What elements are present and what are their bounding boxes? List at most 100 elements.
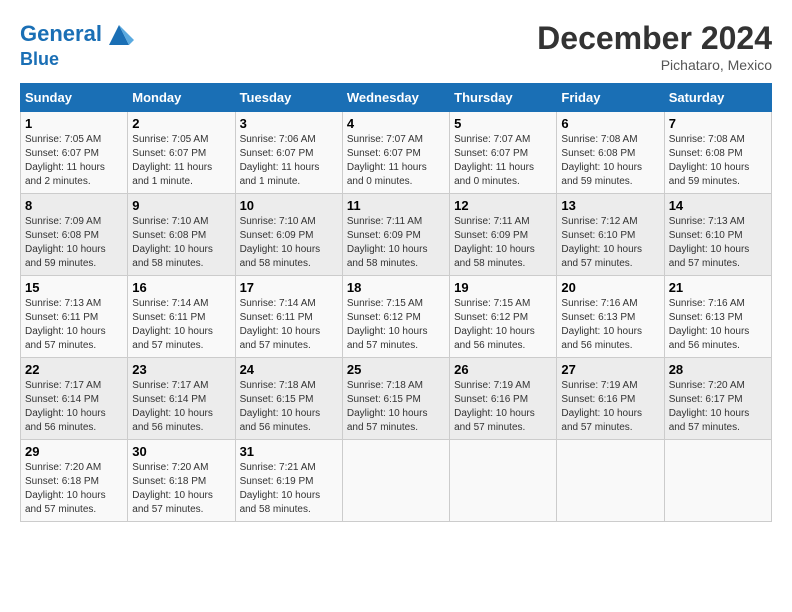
day-number: 8: [25, 198, 123, 213]
calendar-cell: 28 Sunrise: 7:20 AM Sunset: 6:17 PM Dayl…: [664, 358, 771, 440]
calendar-cell: 12 Sunrise: 7:11 AM Sunset: 6:09 PM Dayl…: [450, 194, 557, 276]
day-number: 17: [240, 280, 338, 295]
day-number: 20: [561, 280, 659, 295]
day-number: 16: [132, 280, 230, 295]
calendar-cell: 15 Sunrise: 7:13 AM Sunset: 6:11 PM Dayl…: [21, 276, 128, 358]
day-info: Sunrise: 7:17 AM Sunset: 6:14 PM Dayligh…: [132, 379, 230, 435]
day-number: 3: [240, 116, 338, 131]
weekday-saturday: Saturday: [664, 84, 771, 112]
day-number: 6: [561, 116, 659, 131]
day-info: Sunrise: 7:20 AM Sunset: 6:18 PM Dayligh…: [25, 461, 123, 517]
day-info: Sunrise: 7:07 AM Sunset: 6:07 PM Dayligh…: [454, 133, 552, 189]
day-number: 30: [132, 444, 230, 459]
day-number: 11: [347, 198, 445, 213]
weekday-monday: Monday: [128, 84, 235, 112]
calendar-cell: 2 Sunrise: 7:05 AM Sunset: 6:07 PM Dayli…: [128, 112, 235, 194]
day-info: Sunrise: 7:21 AM Sunset: 6:19 PM Dayligh…: [240, 461, 338, 517]
day-info: Sunrise: 7:14 AM Sunset: 6:11 PM Dayligh…: [240, 297, 338, 353]
day-number: 18: [347, 280, 445, 295]
page-header: General Blue December 2024 Pichataro, Me…: [20, 20, 772, 73]
day-info: Sunrise: 7:11 AM Sunset: 6:09 PM Dayligh…: [347, 215, 445, 271]
day-info: Sunrise: 7:06 AM Sunset: 6:07 PM Dayligh…: [240, 133, 338, 189]
day-info: Sunrise: 7:07 AM Sunset: 6:07 PM Dayligh…: [347, 133, 445, 189]
calendar-cell: 26 Sunrise: 7:19 AM Sunset: 6:16 PM Dayl…: [450, 358, 557, 440]
logo-text-blue: Blue: [20, 50, 134, 70]
day-info: Sunrise: 7:14 AM Sunset: 6:11 PM Dayligh…: [132, 297, 230, 353]
calendar-cell: 14 Sunrise: 7:13 AM Sunset: 6:10 PM Dayl…: [664, 194, 771, 276]
calendar-cell: 16 Sunrise: 7:14 AM Sunset: 6:11 PM Dayl…: [128, 276, 235, 358]
day-info: Sunrise: 7:19 AM Sunset: 6:16 PM Dayligh…: [561, 379, 659, 435]
day-info: Sunrise: 7:10 AM Sunset: 6:08 PM Dayligh…: [132, 215, 230, 271]
calendar-cell: 24 Sunrise: 7:18 AM Sunset: 6:15 PM Dayl…: [235, 358, 342, 440]
day-number: 27: [561, 362, 659, 377]
day-info: Sunrise: 7:05 AM Sunset: 6:07 PM Dayligh…: [132, 133, 230, 189]
day-info: Sunrise: 7:19 AM Sunset: 6:16 PM Dayligh…: [454, 379, 552, 435]
day-number: 13: [561, 198, 659, 213]
calendar-cell: 31 Sunrise: 7:21 AM Sunset: 6:19 PM Dayl…: [235, 440, 342, 522]
calendar-cell: 29 Sunrise: 7:20 AM Sunset: 6:18 PM Dayl…: [21, 440, 128, 522]
logo: General Blue: [20, 20, 134, 70]
day-info: Sunrise: 7:15 AM Sunset: 6:12 PM Dayligh…: [347, 297, 445, 353]
day-info: Sunrise: 7:13 AM Sunset: 6:10 PM Dayligh…: [669, 215, 767, 271]
calendar-cell: 19 Sunrise: 7:15 AM Sunset: 6:12 PM Dayl…: [450, 276, 557, 358]
day-info: Sunrise: 7:18 AM Sunset: 6:15 PM Dayligh…: [240, 379, 338, 435]
title-block: December 2024 Pichataro, Mexico: [537, 20, 772, 73]
day-info: Sunrise: 7:11 AM Sunset: 6:09 PM Dayligh…: [454, 215, 552, 271]
weekday-tuesday: Tuesday: [235, 84, 342, 112]
calendar-week-3: 15 Sunrise: 7:13 AM Sunset: 6:11 PM Dayl…: [21, 276, 772, 358]
day-info: Sunrise: 7:13 AM Sunset: 6:11 PM Dayligh…: [25, 297, 123, 353]
calendar-cell: 27 Sunrise: 7:19 AM Sunset: 6:16 PM Dayl…: [557, 358, 664, 440]
day-number: 23: [132, 362, 230, 377]
calendar-cell: 23 Sunrise: 7:17 AM Sunset: 6:14 PM Dayl…: [128, 358, 235, 440]
day-number: 14: [669, 198, 767, 213]
calendar-cell: 3 Sunrise: 7:06 AM Sunset: 6:07 PM Dayli…: [235, 112, 342, 194]
day-info: Sunrise: 7:16 AM Sunset: 6:13 PM Dayligh…: [669, 297, 767, 353]
day-info: Sunrise: 7:10 AM Sunset: 6:09 PM Dayligh…: [240, 215, 338, 271]
calendar-cell: 13 Sunrise: 7:12 AM Sunset: 6:10 PM Dayl…: [557, 194, 664, 276]
calendar-cell: 11 Sunrise: 7:11 AM Sunset: 6:09 PM Dayl…: [342, 194, 449, 276]
day-number: 26: [454, 362, 552, 377]
calendar-week-2: 8 Sunrise: 7:09 AM Sunset: 6:08 PM Dayli…: [21, 194, 772, 276]
month-title: December 2024: [537, 20, 772, 57]
calendar-cell: 21 Sunrise: 7:16 AM Sunset: 6:13 PM Dayl…: [664, 276, 771, 358]
calendar-cell: 22 Sunrise: 7:17 AM Sunset: 6:14 PM Dayl…: [21, 358, 128, 440]
logo-text: General: [20, 20, 134, 50]
weekday-friday: Friday: [557, 84, 664, 112]
day-number: 7: [669, 116, 767, 131]
calendar-cell: 4 Sunrise: 7:07 AM Sunset: 6:07 PM Dayli…: [342, 112, 449, 194]
day-number: 28: [669, 362, 767, 377]
weekday-thursday: Thursday: [450, 84, 557, 112]
calendar-cell: 6 Sunrise: 7:08 AM Sunset: 6:08 PM Dayli…: [557, 112, 664, 194]
calendar-cell: 7 Sunrise: 7:08 AM Sunset: 6:08 PM Dayli…: [664, 112, 771, 194]
calendar-cell: 9 Sunrise: 7:10 AM Sunset: 6:08 PM Dayli…: [128, 194, 235, 276]
day-number: 31: [240, 444, 338, 459]
day-info: Sunrise: 7:20 AM Sunset: 6:17 PM Dayligh…: [669, 379, 767, 435]
day-info: Sunrise: 7:16 AM Sunset: 6:13 PM Dayligh…: [561, 297, 659, 353]
day-info: Sunrise: 7:15 AM Sunset: 6:12 PM Dayligh…: [454, 297, 552, 353]
day-number: 19: [454, 280, 552, 295]
calendar-cell: [557, 440, 664, 522]
day-number: 1: [25, 116, 123, 131]
day-number: 12: [454, 198, 552, 213]
day-info: Sunrise: 7:20 AM Sunset: 6:18 PM Dayligh…: [132, 461, 230, 517]
day-info: Sunrise: 7:18 AM Sunset: 6:15 PM Dayligh…: [347, 379, 445, 435]
calendar-cell: 10 Sunrise: 7:10 AM Sunset: 6:09 PM Dayl…: [235, 194, 342, 276]
calendar-table: SundayMondayTuesdayWednesdayThursdayFrid…: [20, 83, 772, 522]
day-number: 5: [454, 116, 552, 131]
calendar-cell: 1 Sunrise: 7:05 AM Sunset: 6:07 PM Dayli…: [21, 112, 128, 194]
day-number: 21: [669, 280, 767, 295]
calendar-cell: [342, 440, 449, 522]
calendar-cell: 25 Sunrise: 7:18 AM Sunset: 6:15 PM Dayl…: [342, 358, 449, 440]
day-number: 10: [240, 198, 338, 213]
calendar-cell: [450, 440, 557, 522]
calendar-cell: 8 Sunrise: 7:09 AM Sunset: 6:08 PM Dayli…: [21, 194, 128, 276]
day-info: Sunrise: 7:05 AM Sunset: 6:07 PM Dayligh…: [25, 133, 123, 189]
day-number: 2: [132, 116, 230, 131]
location: Pichataro, Mexico: [537, 57, 772, 73]
day-info: Sunrise: 7:12 AM Sunset: 6:10 PM Dayligh…: [561, 215, 659, 271]
calendar-cell: 17 Sunrise: 7:14 AM Sunset: 6:11 PM Dayl…: [235, 276, 342, 358]
weekday-header-row: SundayMondayTuesdayWednesdayThursdayFrid…: [21, 84, 772, 112]
calendar-cell: [664, 440, 771, 522]
calendar-week-1: 1 Sunrise: 7:05 AM Sunset: 6:07 PM Dayli…: [21, 112, 772, 194]
day-number: 29: [25, 444, 123, 459]
